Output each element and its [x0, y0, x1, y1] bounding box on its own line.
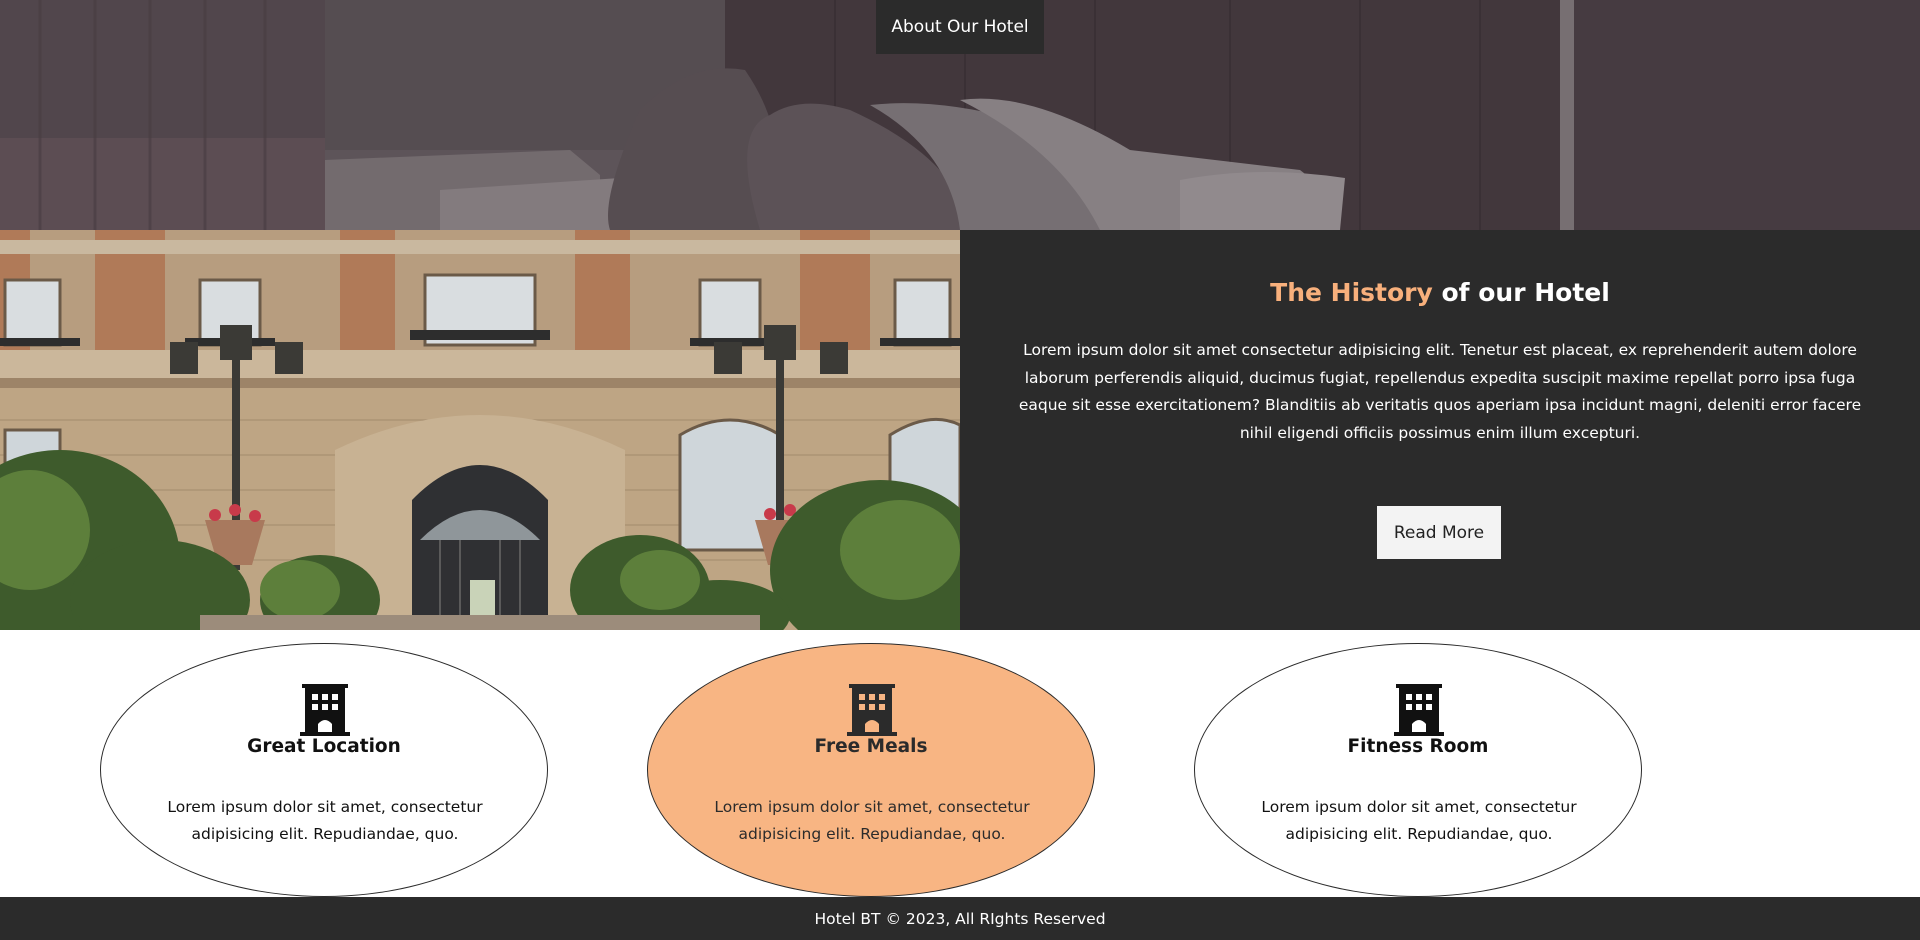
feature-card-meals: Free Meals Lorem ipsum dolor sit amet, c…: [647, 643, 1095, 897]
history-title-rest: of our Hotel: [1432, 278, 1610, 307]
footer: Hotel BT © 2023, All RIghts Reserved: [0, 897, 1920, 940]
building-icon: [847, 684, 897, 736]
feature-title: Great Location: [247, 736, 401, 757]
about-hotel-button[interactable]: About Our Hotel: [876, 0, 1044, 54]
hotel-facade-image: [0, 230, 960, 630]
read-more-button[interactable]: Read More: [1377, 506, 1501, 559]
feature-title: Free Meals: [814, 736, 928, 757]
feature-title: Fitness Room: [1347, 736, 1489, 757]
feature-description: Lorem ipsum dolor sit amet, consectetur …: [714, 798, 1030, 843]
feature-description: Lorem ipsum dolor sit amet, consectetur …: [1261, 798, 1577, 843]
footer-copyright: Hotel BT © 2023, All RIghts Reserved: [814, 909, 1106, 928]
history-paragraph: Lorem ipsum dolor sit amet consectetur a…: [1018, 341, 1862, 442]
hero-banner: About Our Hotel: [0, 0, 1920, 230]
history-content: The History of our Hotel Lorem ipsum dol…: [990, 230, 1890, 630]
building-icon: [1394, 684, 1444, 736]
building-icon: [300, 684, 350, 736]
feature-card-location: Great Location Lorem ipsum dolor sit ame…: [100, 643, 548, 897]
history-title-accent: The History: [1270, 278, 1433, 307]
history-section: The History of our Hotel Lorem ipsum dol…: [0, 230, 1920, 630]
feature-card-fitness: Fitness Room Lorem ipsum dolor sit amet,…: [1194, 643, 1642, 897]
feature-description: Lorem ipsum dolor sit amet, consectetur …: [167, 798, 483, 843]
history-title: The History of our Hotel: [990, 278, 1890, 307]
